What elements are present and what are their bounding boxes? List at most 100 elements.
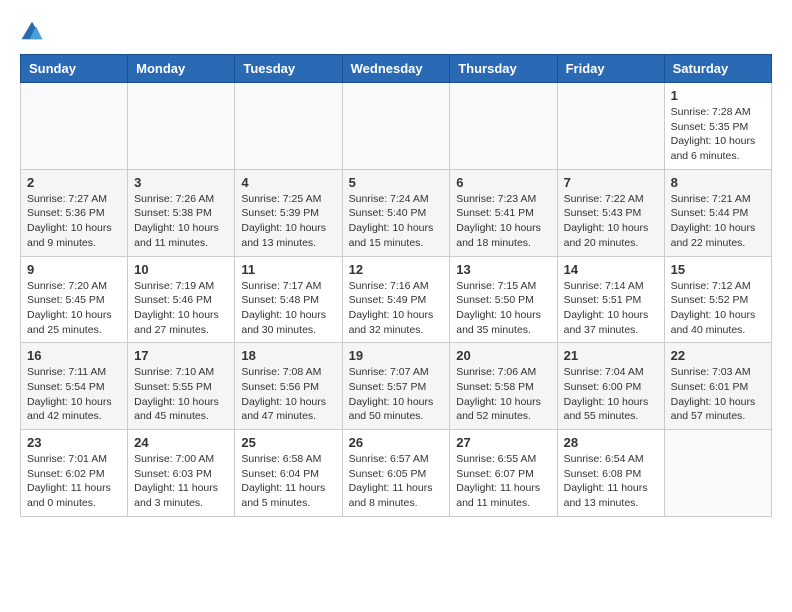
calendar-cell: 18 Sunrise: 7:08 AM Sunset: 5:56 PM Dayli… bbox=[235, 343, 342, 430]
calendar-cell bbox=[342, 83, 450, 170]
day-number: 8 bbox=[671, 175, 765, 190]
day-info: Sunrise: 7:01 AM Sunset: 6:02 PM Dayligh… bbox=[27, 452, 121, 511]
calendar-table: SundayMondayTuesdayWednesdayThursdayFrid… bbox=[20, 54, 772, 517]
weekday-header-friday: Friday bbox=[557, 55, 664, 83]
day-number: 20 bbox=[456, 348, 550, 363]
page-header bbox=[20, 20, 772, 44]
calendar-cell: 17 Sunrise: 7:10 AM Sunset: 5:55 PM Dayli… bbox=[128, 343, 235, 430]
calendar-cell: 28Sunrise: 6:54 AM Sunset: 6:08 PM Dayli… bbox=[557, 430, 664, 517]
calendar-week-row: 2 Sunrise: 7:27 AM Sunset: 5:36 PM Daylig… bbox=[21, 169, 772, 256]
weekday-header-monday: Monday bbox=[128, 55, 235, 83]
day-number: 12 bbox=[349, 262, 444, 277]
calendar-cell: 11 Sunrise: 7:17 AM Sunset: 5:48 PM Dayli… bbox=[235, 256, 342, 343]
day-info: Sunrise: 7:22 AM Sunset: 5:43 PM Dayligh… bbox=[564, 192, 658, 251]
calendar-cell: 19 Sunrise: 7:07 AM Sunset: 5:57 PM Dayli… bbox=[342, 343, 450, 430]
day-info: Sunrise: 7:08 AM Sunset: 5:56 PM Dayligh… bbox=[241, 365, 335, 424]
calendar-week-row: 9Sunrise: 7:20 AM Sunset: 5:45 PM Daylig… bbox=[21, 256, 772, 343]
day-info: Sunrise: 7:27 AM Sunset: 5:36 PM Dayligh… bbox=[27, 192, 121, 251]
calendar-cell: 13 Sunrise: 7:15 AM Sunset: 5:50 PM Dayli… bbox=[450, 256, 557, 343]
calendar-week-row: 23 Sunrise: 7:01 AM Sunset: 6:02 PM Dayli… bbox=[21, 430, 772, 517]
calendar-cell: 16 Sunrise: 7:11 AM Sunset: 5:54 PM Dayli… bbox=[21, 343, 128, 430]
calendar-cell: 4 Sunrise: 7:25 AM Sunset: 5:39 PM Daylig… bbox=[235, 169, 342, 256]
calendar-week-row: 16 Sunrise: 7:11 AM Sunset: 5:54 PM Dayli… bbox=[21, 343, 772, 430]
weekday-header-sunday: Sunday bbox=[21, 55, 128, 83]
day-info: Sunrise: 7:28 AM Sunset: 5:35 PM Dayligh… bbox=[671, 105, 765, 164]
day-number: 26 bbox=[349, 435, 444, 450]
day-number: 24 bbox=[134, 435, 228, 450]
day-number: 18 bbox=[241, 348, 335, 363]
weekday-header-thursday: Thursday bbox=[450, 55, 557, 83]
day-info: Sunrise: 7:20 AM Sunset: 5:45 PM Dayligh… bbox=[27, 279, 121, 338]
day-info: Sunrise: 7:12 AM Sunset: 5:52 PM Dayligh… bbox=[671, 279, 765, 338]
calendar-cell bbox=[235, 83, 342, 170]
calendar-header-row: SundayMondayTuesdayWednesdayThursdayFrid… bbox=[21, 55, 772, 83]
day-number: 16 bbox=[27, 348, 121, 363]
calendar-cell: 24 Sunrise: 7:00 AM Sunset: 6:03 PM Dayli… bbox=[128, 430, 235, 517]
day-info: Sunrise: 7:10 AM Sunset: 5:55 PM Dayligh… bbox=[134, 365, 228, 424]
calendar-cell bbox=[557, 83, 664, 170]
day-info: Sunrise: 7:25 AM Sunset: 5:39 PM Dayligh… bbox=[241, 192, 335, 251]
day-info: Sunrise: 7:26 AM Sunset: 5:38 PM Dayligh… bbox=[134, 192, 228, 251]
weekday-header-tuesday: Tuesday bbox=[235, 55, 342, 83]
calendar-cell: 26Sunrise: 6:57 AM Sunset: 6:05 PM Dayli… bbox=[342, 430, 450, 517]
calendar-cell: 5 Sunrise: 7:24 AM Sunset: 5:40 PM Daylig… bbox=[342, 169, 450, 256]
day-number: 14 bbox=[564, 262, 658, 277]
day-number: 19 bbox=[349, 348, 444, 363]
calendar-cell: 25 Sunrise: 6:58 AM Sunset: 6:04 PM Dayli… bbox=[235, 430, 342, 517]
day-number: 22 bbox=[671, 348, 765, 363]
calendar-cell: 6 Sunrise: 7:23 AM Sunset: 5:41 PM Daylig… bbox=[450, 169, 557, 256]
calendar-cell: 15 Sunrise: 7:12 AM Sunset: 5:52 PM Dayli… bbox=[664, 256, 771, 343]
calendar-cell: 22 Sunrise: 7:03 AM Sunset: 6:01 PM Dayli… bbox=[664, 343, 771, 430]
day-number: 17 bbox=[134, 348, 228, 363]
calendar-cell bbox=[21, 83, 128, 170]
calendar-cell: 3 Sunrise: 7:26 AM Sunset: 5:38 PM Daylig… bbox=[128, 169, 235, 256]
calendar-cell: 27Sunrise: 6:55 AM Sunset: 6:07 PM Dayli… bbox=[450, 430, 557, 517]
weekday-header-saturday: Saturday bbox=[664, 55, 771, 83]
day-number: 5 bbox=[349, 175, 444, 190]
calendar-cell: 21Sunrise: 7:04 AM Sunset: 6:00 PM Dayli… bbox=[557, 343, 664, 430]
day-info: Sunrise: 7:15 AM Sunset: 5:50 PM Dayligh… bbox=[456, 279, 550, 338]
calendar-cell: 7 Sunrise: 7:22 AM Sunset: 5:43 PM Daylig… bbox=[557, 169, 664, 256]
calendar-cell: 12 Sunrise: 7:16 AM Sunset: 5:49 PM Dayli… bbox=[342, 256, 450, 343]
calendar-week-row: 1 Sunrise: 7:28 AM Sunset: 5:35 PM Daylig… bbox=[21, 83, 772, 170]
day-info: Sunrise: 7:14 AM Sunset: 5:51 PM Dayligh… bbox=[564, 279, 658, 338]
weekday-header-wednesday: Wednesday bbox=[342, 55, 450, 83]
day-number: 2 bbox=[27, 175, 121, 190]
day-number: 27 bbox=[456, 435, 550, 450]
day-info: Sunrise: 7:16 AM Sunset: 5:49 PM Dayligh… bbox=[349, 279, 444, 338]
day-info: Sunrise: 7:24 AM Sunset: 5:40 PM Dayligh… bbox=[349, 192, 444, 251]
day-info: Sunrise: 7:00 AM Sunset: 6:03 PM Dayligh… bbox=[134, 452, 228, 511]
calendar-cell: 14 Sunrise: 7:14 AM Sunset: 5:51 PM Dayli… bbox=[557, 256, 664, 343]
day-info: Sunrise: 7:07 AM Sunset: 5:57 PM Dayligh… bbox=[349, 365, 444, 424]
day-number: 6 bbox=[456, 175, 550, 190]
day-info: Sunrise: 7:23 AM Sunset: 5:41 PM Dayligh… bbox=[456, 192, 550, 251]
day-info: Sunrise: 7:17 AM Sunset: 5:48 PM Dayligh… bbox=[241, 279, 335, 338]
calendar-cell bbox=[128, 83, 235, 170]
logo-icon bbox=[20, 20, 44, 44]
day-info: Sunrise: 7:06 AM Sunset: 5:58 PM Dayligh… bbox=[456, 365, 550, 424]
day-number: 13 bbox=[456, 262, 550, 277]
day-number: 1 bbox=[671, 88, 765, 103]
day-info: Sunrise: 6:58 AM Sunset: 6:04 PM Dayligh… bbox=[241, 452, 335, 511]
day-number: 7 bbox=[564, 175, 658, 190]
day-number: 11 bbox=[241, 262, 335, 277]
calendar-cell: 9Sunrise: 7:20 AM Sunset: 5:45 PM Daylig… bbox=[21, 256, 128, 343]
day-info: Sunrise: 7:04 AM Sunset: 6:00 PM Dayligh… bbox=[564, 365, 658, 424]
calendar-cell: 1 Sunrise: 7:28 AM Sunset: 5:35 PM Daylig… bbox=[664, 83, 771, 170]
calendar-cell bbox=[664, 430, 771, 517]
day-number: 23 bbox=[27, 435, 121, 450]
day-info: Sunrise: 7:19 AM Sunset: 5:46 PM Dayligh… bbox=[134, 279, 228, 338]
calendar-cell: 23 Sunrise: 7:01 AM Sunset: 6:02 PM Dayli… bbox=[21, 430, 128, 517]
day-info: Sunrise: 7:03 AM Sunset: 6:01 PM Dayligh… bbox=[671, 365, 765, 424]
calendar-cell: 10Sunrise: 7:19 AM Sunset: 5:46 PM Dayli… bbox=[128, 256, 235, 343]
day-number: 4 bbox=[241, 175, 335, 190]
calendar-cell bbox=[450, 83, 557, 170]
day-info: Sunrise: 7:11 AM Sunset: 5:54 PM Dayligh… bbox=[27, 365, 121, 424]
day-number: 3 bbox=[134, 175, 228, 190]
day-number: 28 bbox=[564, 435, 658, 450]
day-number: 15 bbox=[671, 262, 765, 277]
calendar-cell: 20 Sunrise: 7:06 AM Sunset: 5:58 PM Dayli… bbox=[450, 343, 557, 430]
logo bbox=[20, 20, 48, 44]
day-number: 25 bbox=[241, 435, 335, 450]
day-info: Sunrise: 7:21 AM Sunset: 5:44 PM Dayligh… bbox=[671, 192, 765, 251]
